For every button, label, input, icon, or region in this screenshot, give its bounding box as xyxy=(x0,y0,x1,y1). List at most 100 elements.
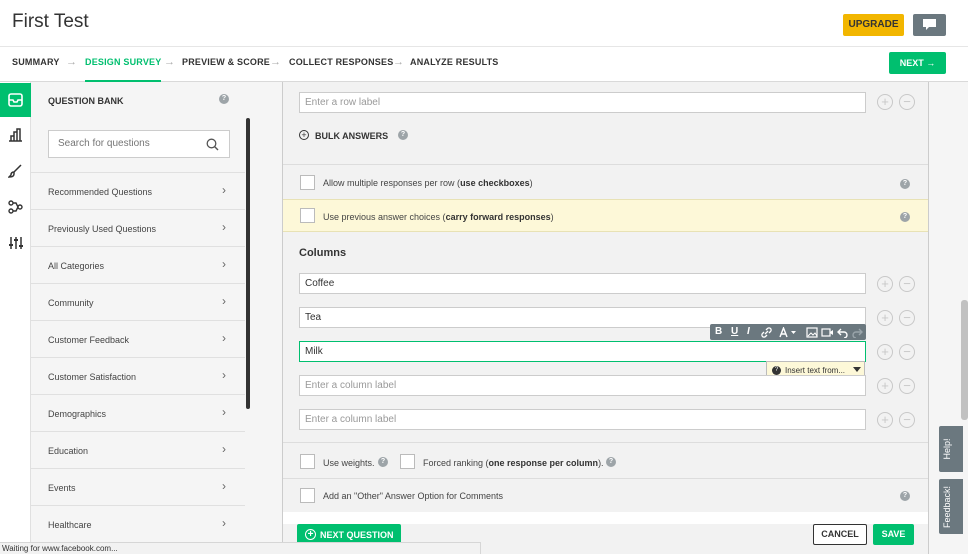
step-arrow-icon: → xyxy=(66,56,77,68)
chevron-right-icon: › xyxy=(222,368,226,382)
category-previously-used[interactable]: Previously Used Questions › xyxy=(31,209,245,246)
page-scrollbar[interactable] xyxy=(961,300,968,420)
question-bank-heading: QUESTION BANK xyxy=(48,96,124,106)
bulk-add-icon: + xyxy=(299,130,309,140)
bold-icon[interactable]: B xyxy=(715,326,722,337)
help-icon[interactable]: ? xyxy=(398,130,408,140)
search-input[interactable] xyxy=(58,138,198,149)
other-option-checkbox[interactable] xyxy=(300,488,315,503)
app-header: First Test UPGRADE xyxy=(0,0,968,46)
category-community[interactable]: Community › xyxy=(31,283,245,320)
add-column-icon[interactable]: + xyxy=(877,276,893,292)
help-icon[interactable]: ? xyxy=(606,457,616,467)
plus-circle-icon: + xyxy=(305,529,316,540)
category-recommended[interactable]: Recommended Questions › xyxy=(31,172,245,209)
video-icon[interactable] xyxy=(821,327,834,338)
bulk-answers-link[interactable]: BULK ANSWERS xyxy=(315,131,388,141)
logic-icon xyxy=(8,200,23,214)
rail-builder[interactable] xyxy=(0,118,31,152)
left-icon-rail xyxy=(0,82,31,554)
feedback-tab[interactable]: Feedback! xyxy=(939,479,963,534)
image-icon[interactable] xyxy=(806,327,818,338)
step-arrow-icon: → xyxy=(393,56,404,68)
add-column-icon[interactable]: + xyxy=(877,310,893,326)
rail-logic[interactable] xyxy=(0,190,31,224)
column-input-3[interactable]: Milk xyxy=(299,341,866,362)
category-customer-feedback[interactable]: Customer Feedback › xyxy=(31,320,245,357)
category-demographics[interactable]: Demographics › xyxy=(31,394,245,431)
carry-forward-checkbox[interactable] xyxy=(300,208,315,223)
column-input-4[interactable]: Enter a column label xyxy=(299,375,866,396)
search-icon[interactable] xyxy=(206,138,219,151)
chevron-right-icon: › xyxy=(222,183,226,197)
font-color-icon[interactable] xyxy=(779,327,797,338)
italic-icon[interactable]: I xyxy=(747,326,750,337)
chevron-right-icon: › xyxy=(222,442,226,456)
divider xyxy=(283,442,928,443)
use-checkboxes-checkbox[interactable] xyxy=(300,175,315,190)
help-icon[interactable]: ? xyxy=(900,212,910,222)
redo-icon[interactable] xyxy=(852,327,863,338)
forced-ranking-label: Forced ranking (one response per column)… xyxy=(423,458,604,468)
tab-analyze-results[interactable]: ANALYZE RESULTS xyxy=(410,57,499,67)
cancel-button[interactable]: CANCEL xyxy=(813,524,867,545)
tab-summary[interactable]: SUMMARY xyxy=(12,57,60,67)
rail-question-bank[interactable] xyxy=(0,83,31,117)
chat-icon xyxy=(923,19,936,30)
remove-column-icon[interactable]: − xyxy=(899,344,915,360)
divider xyxy=(283,478,928,479)
bank-scrollbar[interactable] xyxy=(246,118,250,409)
row-label-input[interactable]: Enter a row label xyxy=(299,92,866,113)
step-arrow-icon: → xyxy=(164,56,175,68)
forced-ranking-checkbox[interactable] xyxy=(400,454,415,469)
add-row-icon[interactable]: + xyxy=(877,94,893,110)
category-customer-satisfaction[interactable]: Customer Satisfaction › xyxy=(31,357,245,394)
remove-column-icon[interactable]: − xyxy=(899,412,915,428)
help-icon: ? xyxy=(772,366,781,375)
undo-icon[interactable] xyxy=(837,327,848,338)
add-column-icon[interactable]: + xyxy=(877,378,893,394)
remove-row-icon[interactable]: − xyxy=(899,94,915,110)
help-icon[interactable]: ? xyxy=(900,491,910,501)
help-icon[interactable]: ? xyxy=(219,94,229,104)
remove-column-icon[interactable]: − xyxy=(899,378,915,394)
category-healthcare[interactable]: Healthcare › xyxy=(31,505,245,542)
chevron-right-icon: › xyxy=(222,479,226,493)
tab-preview-score[interactable]: PREVIEW & SCORE xyxy=(182,57,270,67)
survey-title[interactable]: First Test xyxy=(12,11,89,33)
remove-column-icon[interactable]: − xyxy=(899,310,915,326)
upgrade-button[interactable]: UPGRADE xyxy=(843,14,904,36)
save-button[interactable]: SAVE xyxy=(873,524,914,545)
column-input-1[interactable]: Coffee xyxy=(299,273,866,294)
chart-icon xyxy=(9,128,22,142)
dropdown-arrow-icon xyxy=(853,367,861,372)
link-icon[interactable] xyxy=(761,327,772,338)
rail-options[interactable] xyxy=(0,226,31,260)
use-weights-label: Use weights. xyxy=(323,458,375,468)
remove-column-icon[interactable]: − xyxy=(899,276,915,292)
chevron-right-icon: › xyxy=(222,294,226,308)
tab-collect-responses[interactable]: COLLECT RESPONSES xyxy=(289,57,393,67)
help-tab[interactable]: Help! xyxy=(939,426,963,472)
next-button[interactable]: NEXT → xyxy=(889,52,946,74)
rail-design[interactable] xyxy=(0,154,31,188)
question-search[interactable] xyxy=(48,130,230,158)
help-icon[interactable]: ? xyxy=(900,179,910,189)
category-all[interactable]: All Categories › xyxy=(31,246,245,283)
inbox-icon xyxy=(8,93,23,107)
column-input-5[interactable]: Enter a column label xyxy=(299,409,866,430)
use-weights-checkbox[interactable] xyxy=(300,454,315,469)
chevron-right-icon: › xyxy=(222,516,226,530)
help-icon[interactable]: ? xyxy=(378,457,388,467)
add-column-icon[interactable]: + xyxy=(877,344,893,360)
browser-status-bar: Waiting for www.facebook.com... xyxy=(0,542,481,554)
category-education[interactable]: Education › xyxy=(31,431,245,468)
category-events[interactable]: Events › xyxy=(31,468,245,505)
divider xyxy=(283,164,928,165)
sliders-icon xyxy=(9,237,23,249)
use-checkboxes-label: Allow multiple responses per row (use ch… xyxy=(323,178,533,188)
add-column-icon[interactable]: + xyxy=(877,412,893,428)
underline-icon[interactable]: U xyxy=(731,326,738,337)
tab-design-survey[interactable]: DESIGN SURVEY xyxy=(85,57,162,82)
chat-button[interactable] xyxy=(913,14,946,36)
